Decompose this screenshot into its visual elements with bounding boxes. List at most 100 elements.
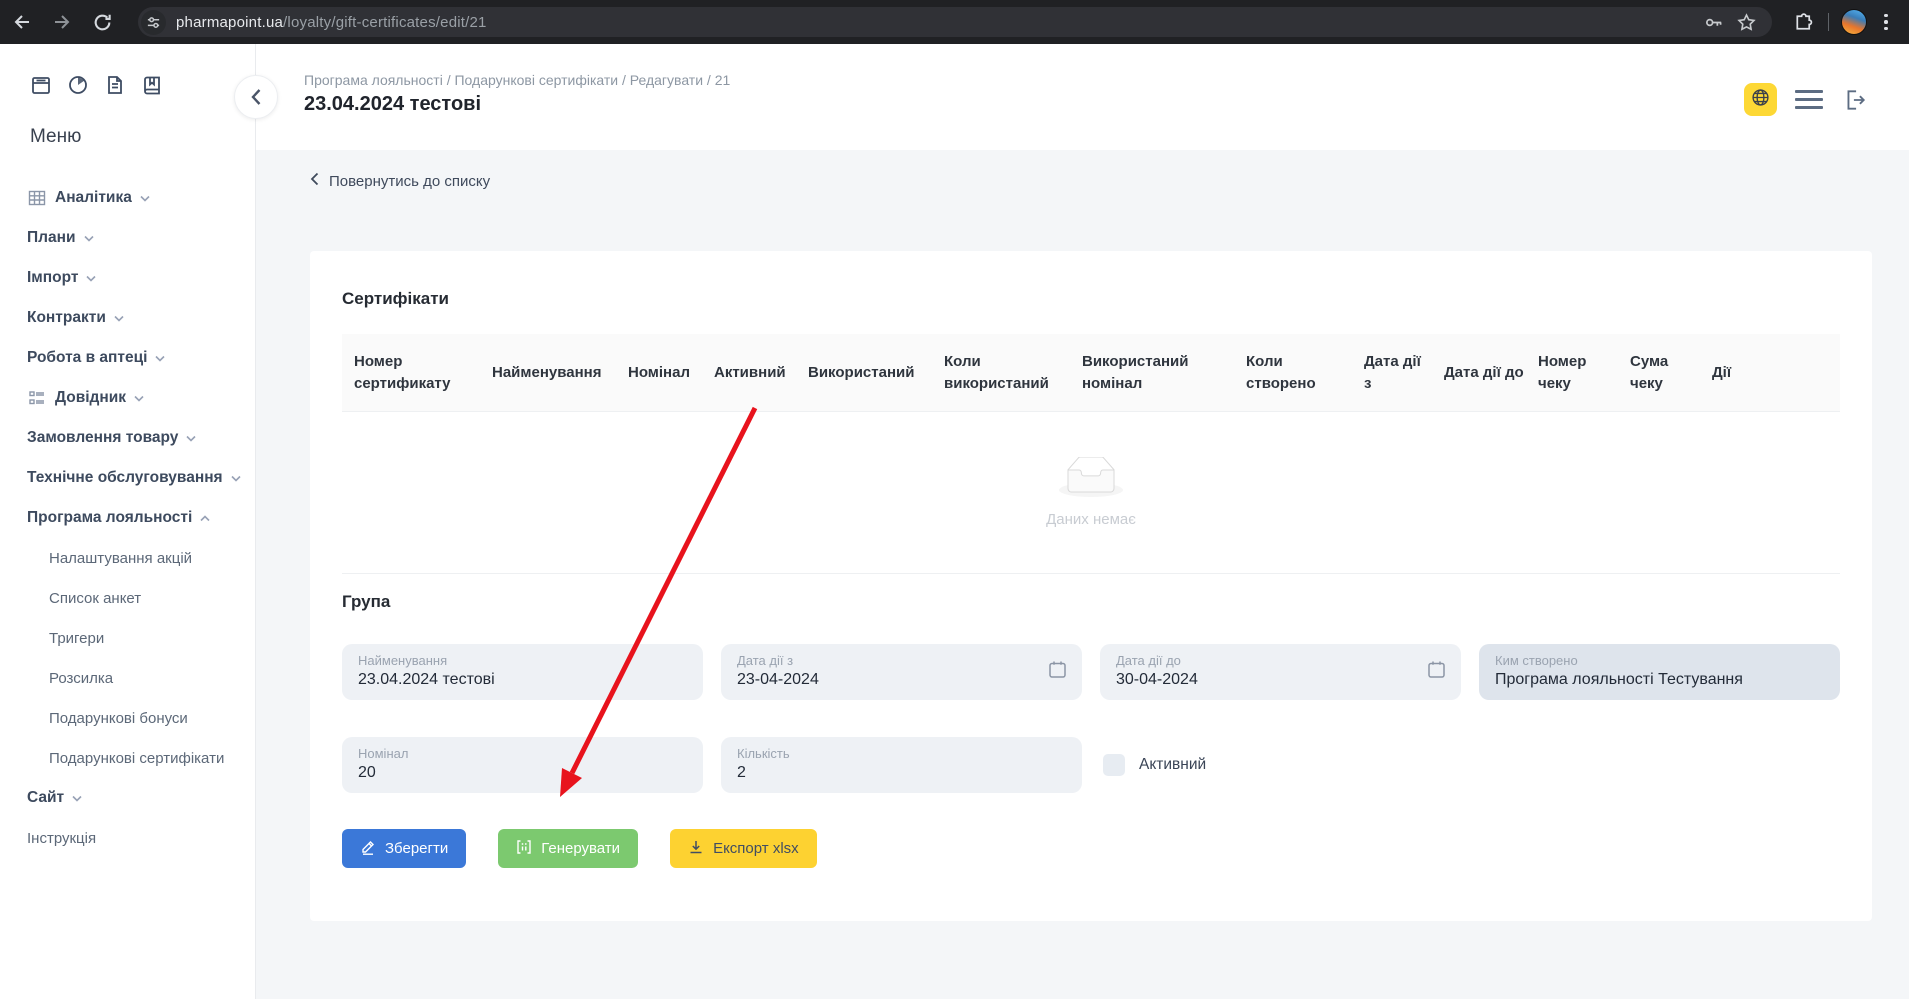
reload-icon[interactable] bbox=[84, 4, 120, 40]
browser-toolbar: pharmapoint.ua/loyalty/gift-certificates… bbox=[0, 0, 1909, 44]
nominal-field[interactable]: Номінал 20 bbox=[342, 737, 703, 793]
sidebar-item-questionnaires[interactable]: Список анкет bbox=[0, 578, 255, 618]
star-icon[interactable] bbox=[1730, 8, 1762, 36]
sidebar-item-label: Налаштування акцій bbox=[49, 550, 192, 567]
sidebar-item-analytics[interactable]: Аналітика bbox=[0, 178, 255, 218]
sidebar-item-pharmacy-work[interactable]: Робота в аптеці bbox=[0, 338, 255, 378]
address-bar[interactable]: pharmapoint.ua/loyalty/gift-certificates… bbox=[138, 7, 1772, 37]
chevron-down-icon bbox=[140, 189, 150, 207]
list-icon bbox=[27, 388, 47, 408]
field-value: 30-04-2024 bbox=[1116, 671, 1421, 689]
sidebar-item-instruction[interactable]: Інструкція bbox=[0, 818, 255, 858]
save-button[interactable]: Зберегти bbox=[342, 829, 466, 868]
sidebar-menu-title: Меню bbox=[30, 126, 255, 148]
quantity-field[interactable]: Кількість 2 bbox=[721, 737, 1082, 793]
column-header-nominal: Номінал bbox=[628, 362, 714, 384]
grid-icon bbox=[27, 188, 47, 208]
sidebar-item-triggers[interactable]: Тригери bbox=[0, 618, 255, 658]
language-button[interactable] bbox=[1744, 83, 1777, 116]
sidebar-item-label: Аналітика bbox=[55, 189, 132, 207]
archive-icon[interactable] bbox=[30, 74, 52, 101]
breadcrumb: Програма лояльності / Подарункові сертиф… bbox=[304, 72, 730, 88]
sidebar-item-label: Програма лояльності bbox=[27, 509, 192, 527]
sidebar-item-gift-bonuses[interactable]: Подарункові бонуси bbox=[0, 698, 255, 738]
url-host: pharmapoint.ua bbox=[176, 14, 283, 31]
group-fields-row-1: Найменування 23.04.2024 тестові Дата дії… bbox=[342, 644, 1840, 700]
browser-menu-icon[interactable] bbox=[1871, 14, 1901, 31]
sidebar-item-contracts[interactable]: Контракти bbox=[0, 298, 255, 338]
sidebar-item-mailing[interactable]: Розсилка bbox=[0, 658, 255, 698]
column-header-used: Використаний bbox=[808, 362, 944, 384]
active-checkbox[interactable] bbox=[1103, 754, 1125, 776]
sidebar-item-loyalty-program[interactable]: Програма лояльності bbox=[0, 498, 255, 538]
calendar-icon[interactable] bbox=[1426, 659, 1447, 685]
field-label: Дата дії з bbox=[737, 653, 1042, 668]
field-label: Кількість bbox=[737, 746, 1042, 761]
key-icon[interactable] bbox=[1698, 8, 1730, 36]
sidebar-item-label: Список анкет bbox=[49, 590, 141, 607]
pencil-icon bbox=[360, 839, 376, 859]
sidebar-item-import[interactable]: Імпорт bbox=[0, 258, 255, 298]
chevron-down-icon bbox=[186, 429, 196, 447]
chevron-down-icon bbox=[231, 469, 241, 487]
column-header-valid-to: Дата дії до bbox=[1444, 362, 1538, 384]
calendar-icon[interactable] bbox=[1047, 659, 1068, 685]
sidebar-item-label: Контракти bbox=[27, 309, 106, 327]
hamburger-icon[interactable] bbox=[1795, 90, 1823, 109]
empty-state-text: Даних немає bbox=[1046, 511, 1136, 528]
date-from-field[interactable]: Дата дії з 23-04-2024 bbox=[721, 644, 1082, 700]
action-buttons: Зберегти Генерувати Експорт xlsx bbox=[342, 829, 817, 868]
column-header-created: Коли створено bbox=[1246, 351, 1364, 395]
sidebar-item-gift-certificates[interactable]: Подарункові сертифікати bbox=[0, 738, 255, 778]
field-value: Програма лояльності Тестування bbox=[1495, 671, 1800, 689]
column-header-used-nominal: Використаний номінал bbox=[1082, 351, 1246, 395]
logout-icon[interactable] bbox=[1841, 86, 1869, 114]
chevron-down-icon bbox=[114, 309, 124, 327]
field-value: 20 bbox=[358, 764, 663, 782]
app-window: Меню Аналітика Плани Імпорт Контракти Ро… bbox=[0, 44, 1909, 999]
sidebar-item-maintenance[interactable]: Технічне обслуговування bbox=[0, 458, 255, 498]
pie-chart-icon[interactable] bbox=[67, 74, 89, 101]
chevron-down-icon bbox=[155, 349, 165, 367]
field-label: Ким створено bbox=[1495, 653, 1800, 668]
back-icon[interactable] bbox=[4, 4, 40, 40]
column-header-active: Активний bbox=[714, 362, 808, 384]
sidebar-item-label: Замовлення товару bbox=[27, 429, 178, 447]
sidebar-item-label: Тригери bbox=[49, 630, 104, 647]
sidebar-item-label: Розсилка bbox=[49, 670, 113, 687]
chevron-down-icon bbox=[134, 389, 144, 407]
sidebar-item-label: Плани bbox=[27, 229, 76, 247]
back-link-label: Повернутись до списку bbox=[329, 173, 490, 190]
book-icon[interactable] bbox=[141, 74, 163, 101]
page-title: 23.04.2024 тестові bbox=[304, 93, 481, 116]
active-checkbox-cell: Активний bbox=[1100, 737, 1461, 793]
sidebar-item-plans[interactable]: Плани bbox=[0, 218, 255, 258]
document-icon[interactable] bbox=[104, 74, 126, 101]
sidebar-item-label: Технічне обслуговування bbox=[27, 469, 223, 487]
column-header-receipt-sum: Сума чеку bbox=[1630, 351, 1712, 395]
sidebar-item-label: Імпорт bbox=[27, 269, 78, 287]
forward-icon[interactable] bbox=[44, 4, 80, 40]
export-button-label: Експорт xlsx bbox=[713, 840, 799, 857]
sidebar-collapse-button[interactable] bbox=[234, 75, 278, 119]
site-settings-icon[interactable] bbox=[141, 10, 166, 35]
avatar[interactable] bbox=[1837, 5, 1871, 39]
export-xlsx-button[interactable]: Експорт xlsx bbox=[670, 829, 817, 868]
column-header-valid-from: Дата дії з bbox=[1364, 351, 1444, 395]
sidebar-item-promo-settings[interactable]: Налаштування акцій bbox=[0, 538, 255, 578]
sidebar-item-goods-order[interactable]: Замовлення товару bbox=[0, 418, 255, 458]
sidebar-item-directory[interactable]: Довідник bbox=[0, 378, 255, 418]
sidebar-item-site[interactable]: Сайт bbox=[0, 778, 255, 818]
chevron-down-icon bbox=[86, 269, 96, 287]
sidebar-item-label: Подарункові бонуси bbox=[49, 710, 188, 727]
created-by-field: Ким створено Програма лояльності Тестува… bbox=[1479, 644, 1840, 700]
download-icon bbox=[688, 839, 704, 859]
group-fields-row-2: Номінал 20 Кількість 2 Активний bbox=[342, 737, 1840, 793]
generate-button[interactable]: Генерувати bbox=[498, 829, 638, 868]
date-to-field[interactable]: Дата дії до 30-04-2024 bbox=[1100, 644, 1461, 700]
name-field[interactable]: Найменування 23.04.2024 тестові bbox=[342, 644, 703, 700]
sidebar-item-label: Довідник bbox=[55, 389, 126, 407]
back-to-list-link[interactable]: Повернутись до списку bbox=[310, 172, 490, 190]
certificates-section-title: Сертифікати bbox=[342, 289, 449, 309]
extensions-icon[interactable] bbox=[1786, 5, 1820, 39]
